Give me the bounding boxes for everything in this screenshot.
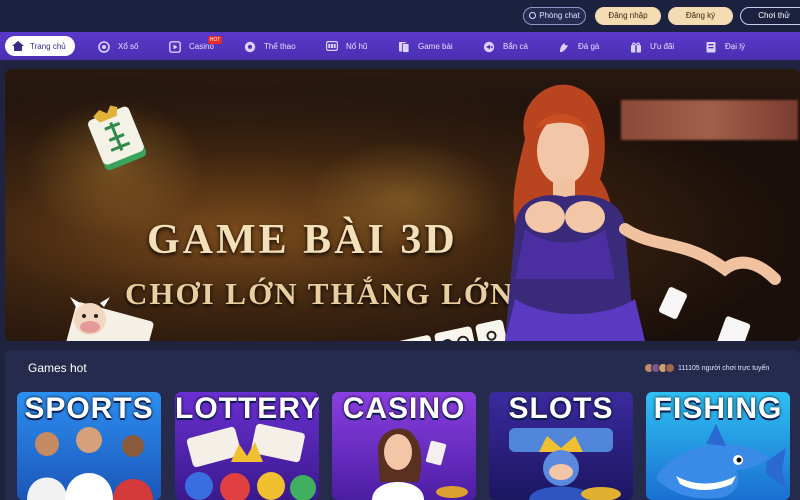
- nav-item-label: Đại lý: [725, 41, 746, 51]
- fish-icon: [483, 41, 495, 53]
- chat-room-label: Phòng chat: [539, 11, 580, 20]
- rooster-icon: [558, 41, 570, 52]
- casino-dealer-illustration: [372, 428, 468, 500]
- game-card-label: SPORTS: [24, 392, 154, 425]
- game-card-casino[interactable]: CASINO: [332, 392, 476, 500]
- chat-icon: [529, 12, 537, 19]
- promo-banner[interactable]: GAME BÀI 3D CHƠI LỚN THẮNG LỚN: [5, 69, 800, 341]
- main-nav: Trang chủ Xổ số Casino HOT Thể thao Nổ h…: [0, 32, 800, 60]
- nav-item-slots[interactable]: Nổ hũ: [326, 32, 367, 60]
- game-card-lottery[interactable]: LOTTERY: [175, 392, 319, 500]
- nav-item-promotions[interactable]: Ưu đãi: [630, 32, 674, 60]
- game-card-fishing[interactable]: FISHING: [646, 392, 790, 500]
- hot-badge: HOT: [208, 36, 222, 44]
- online-players: 111105 người chơi trực tuyến: [644, 362, 769, 374]
- gift-icon: [630, 41, 642, 53]
- avatar: [665, 363, 675, 373]
- nav-item-home[interactable]: Trang chủ: [5, 36, 75, 56]
- nav-item-cockfight[interactable]: Đá gà: [558, 32, 599, 60]
- game-card-label: FISHING: [653, 392, 783, 425]
- cards-icon: [398, 41, 410, 53]
- nav-item-casino[interactable]: Casino: [169, 32, 214, 60]
- nav-item-lottery[interactable]: Xổ số: [98, 32, 138, 60]
- section-title: Games hot: [28, 361, 87, 375]
- trial-play-button[interactable]: Chơi thử: [740, 7, 800, 25]
- game-card-sports[interactable]: SPORTS: [17, 392, 161, 500]
- login-button[interactable]: Đăng nhập: [595, 7, 661, 25]
- mahjong-tile-illustration: [88, 105, 147, 171]
- nav-item-label: Đá gà: [578, 41, 600, 51]
- home-icon: [12, 41, 24, 51]
- banner-title: GAME BÀI 3D: [147, 217, 458, 263]
- nav-item-label: Bắn cá: [503, 41, 528, 51]
- banner-subtitle: CHƠI LỚN THẮNG LỚN: [125, 276, 515, 311]
- nav-item-card-games[interactable]: Game bài: [398, 32, 453, 60]
- sports-players-illustration: [27, 427, 153, 500]
- nav-item-label: Game bài: [418, 41, 453, 51]
- nav-item-label: Xổ số: [118, 41, 139, 51]
- register-button[interactable]: Đăng ký: [668, 7, 733, 25]
- nav-item-sports[interactable]: Thể thao: [244, 32, 296, 60]
- slots-character-illustration: [509, 428, 621, 500]
- shark-illustration: [656, 424, 786, 499]
- avatar-group: [644, 363, 675, 373]
- slot-machine-icon: [326, 41, 339, 52]
- game-card-slots[interactable]: SLOTS: [489, 392, 633, 500]
- agent-icon: [705, 41, 717, 53]
- top-bar: Phòng chat Đăng nhập Đăng ký Chơi thử: [0, 0, 800, 32]
- blurred-region: [621, 100, 798, 140]
- bingo-illustration: [185, 423, 316, 500]
- game-card-label: SLOTS: [508, 392, 614, 425]
- nav-item-label: Thể thao: [264, 41, 296, 51]
- nav-item-fishing[interactable]: Bắn cá: [483, 32, 528, 60]
- soccer-ball-icon: [244, 41, 256, 53]
- nav-item-agent[interactable]: Đại lý: [705, 32, 745, 60]
- online-count: 111105 người chơi trực tuyến: [678, 364, 770, 372]
- game-card-label: CASINO: [342, 392, 466, 425]
- game-card-label: LOTTERY: [175, 392, 319, 425]
- nav-item-label: Trang chủ: [30, 41, 66, 51]
- nav-item-label: Ưu đãi: [650, 41, 675, 51]
- lottery-ball-icon: [98, 41, 110, 53]
- chat-room-button[interactable]: Phòng chat: [523, 7, 586, 25]
- nav-item-label: Nổ hũ: [346, 41, 368, 51]
- play-icon: [169, 41, 181, 53]
